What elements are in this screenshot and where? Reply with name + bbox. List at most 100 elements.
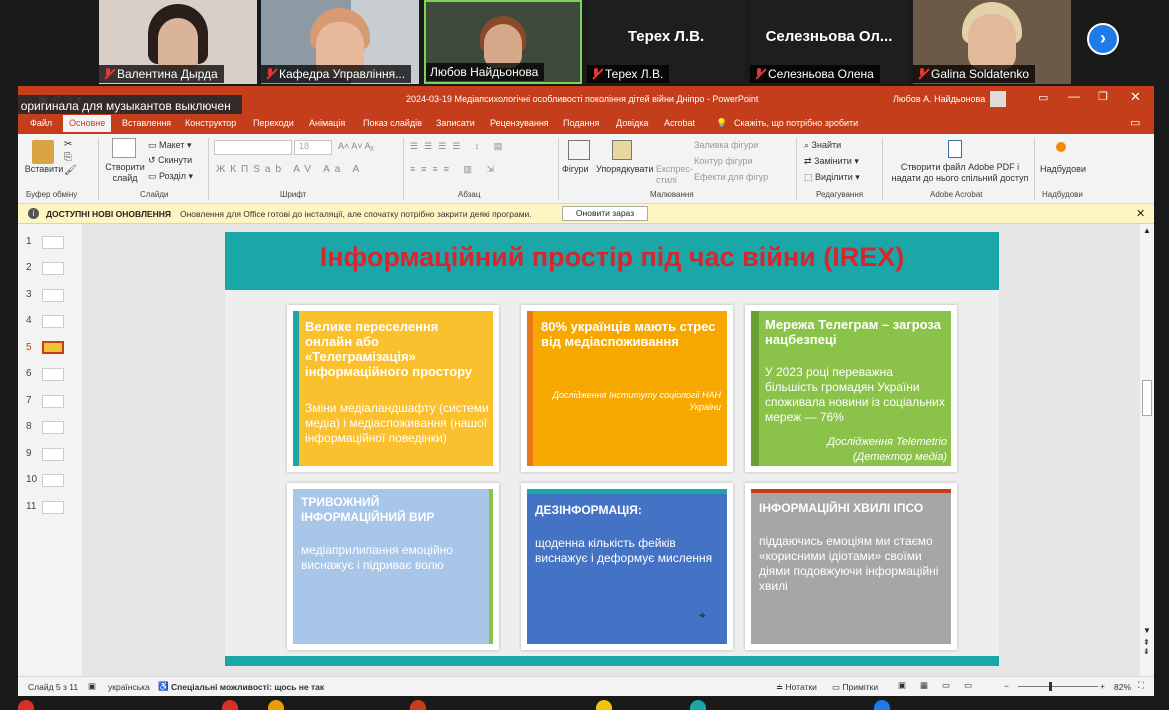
- scroll-down-icon[interactable]: ▼: [1143, 626, 1151, 635]
- new-slide-icon[interactable]: [112, 138, 136, 158]
- addins-icon[interactable]: [1056, 142, 1066, 152]
- taskbar-app-icon[interactable]: [596, 700, 612, 710]
- notes-button[interactable]: ≐ Нотатки: [776, 682, 817, 693]
- spellcheck-icon[interactable]: ▣: [88, 681, 96, 692]
- adobe-create-button[interactable]: Створити файл Adobe PDF і надати до ньог…: [890, 162, 1030, 184]
- tab-design[interactable]: Конструктор: [185, 118, 236, 128]
- comments-button[interactable]: ▭ Примітки: [832, 682, 878, 693]
- arrange-button[interactable]: Упорядкувати: [596, 164, 653, 174]
- tab-review[interactable]: Рецензування: [490, 118, 549, 128]
- tab-insert[interactable]: Вставлення: [122, 118, 171, 128]
- scroll-thumb[interactable]: [1142, 380, 1152, 416]
- shapes-button[interactable]: Фігури: [562, 164, 589, 174]
- slide-thumbnail-selected[interactable]: [42, 341, 64, 354]
- slide-thumbnail[interactable]: [42, 501, 64, 514]
- slide-thumbnail[interactable]: [42, 262, 64, 275]
- participant-tile-1[interactable]: Валентина Дырда: [99, 0, 257, 84]
- user-name[interactable]: Любов А. Найдьонова: [893, 94, 985, 104]
- shape-fill-button[interactable]: Заливка фігури: [694, 140, 758, 150]
- tab-acrobat[interactable]: Acrobat: [664, 118, 695, 128]
- card-resettlement[interactable]: Велике переселення онлайн або «Телеграмі…: [287, 305, 499, 472]
- card-telegram[interactable]: Мережа Телеграм – загроза нацбезпеці У 2…: [745, 305, 957, 472]
- zoom-level[interactable]: 82%: [1114, 682, 1131, 692]
- vertical-scrollbar[interactable]: ▲ ▼ ⇞ ⇟: [1140, 224, 1154, 676]
- taskbar-app-icon[interactable]: [874, 700, 890, 710]
- slide-thumbnail[interactable]: [42, 421, 64, 434]
- tab-transitions[interactable]: Переходи: [253, 118, 294, 128]
- language[interactable]: українська: [108, 682, 150, 692]
- tab-animations[interactable]: Анімація: [309, 118, 345, 128]
- slide-thumbnail[interactable]: [42, 474, 64, 487]
- accessibility-status[interactable]: Спеціальні можливості: щось не так: [171, 682, 324, 692]
- taskbar-app-icon[interactable]: [268, 700, 284, 710]
- font-size-select[interactable]: 18: [294, 140, 332, 155]
- paste-button[interactable]: Вставити: [24, 164, 64, 174]
- update-now-button[interactable]: Оновити зараз: [562, 206, 648, 221]
- font-size-buttons[interactable]: A˄ A˅ Aᵪ: [338, 141, 374, 151]
- maximize-button[interactable]: ❐: [1098, 90, 1108, 103]
- page-nav-icons[interactable]: ⇞ ⇟: [1143, 638, 1150, 656]
- zoom-slider-thumb[interactable]: [1049, 682, 1052, 691]
- taskbar-app-icon[interactable]: [18, 700, 34, 710]
- participant-tile-2[interactable]: Кафедра Управління...: [261, 0, 419, 84]
- taskbar-app-icon[interactable]: [410, 700, 426, 710]
- zoom-in-button[interactable]: +: [1100, 681, 1105, 691]
- tab-help[interactable]: Довідка: [616, 118, 648, 128]
- taskbar-app-icon[interactable]: [222, 700, 238, 710]
- paste-icon[interactable]: [32, 140, 54, 164]
- view-buttons[interactable]: ▣▦▭▭: [898, 680, 986, 691]
- card-ipso-waves[interactable]: ІНФОРМАЦІЙНІ ХВИЛІ ІПСО піддаючись емоці…: [745, 483, 957, 650]
- shapes-icon[interactable]: [568, 140, 590, 160]
- shape-effects-button[interactable]: Ефекти для фігур: [694, 172, 768, 182]
- list-buttons[interactable]: ☰☰☰☰ ↕ ▤: [410, 141, 508, 152]
- select-button[interactable]: ⬚ Виділити ▾: [804, 172, 860, 183]
- card-anxious-whirlpool[interactable]: ТРИВОЖНИЙ ІНФОРМАЦІЙНИЙ ВИР медіаприлипа…: [287, 483, 499, 650]
- adobe-pdf-icon[interactable]: [948, 140, 962, 158]
- taskbar-app-icon[interactable]: [690, 700, 706, 710]
- layout-button[interactable]: ▭ Макет ▾: [148, 140, 192, 151]
- close-button[interactable]: ✕: [1130, 89, 1141, 105]
- font-name-select[interactable]: [214, 140, 292, 155]
- slide-thumbnail[interactable]: [42, 289, 64, 302]
- participant-tile-6[interactable]: Galina Soldatenko: [913, 0, 1071, 84]
- card-stress[interactable]: 80% українців мають стрес від медіаспожи…: [521, 305, 733, 472]
- participant-tile-4[interactable]: Терех Л.В. Терех Л.В.: [587, 0, 745, 84]
- scroll-up-icon[interactable]: ▲: [1143, 226, 1151, 235]
- zoom-slider[interactable]: [1018, 686, 1098, 687]
- avatar[interactable]: [990, 91, 1006, 107]
- ribbon-display-icon[interactable]: ▭: [1038, 91, 1048, 104]
- replace-button[interactable]: ⇄ Замінити ▾: [804, 156, 859, 167]
- tab-home[interactable]: Основне: [63, 115, 112, 132]
- tab-file[interactable]: Файл: [30, 118, 52, 128]
- reset-button[interactable]: ↺ Скинути: [148, 155, 192, 166]
- participant-tile-active-speaker[interactable]: Любов Найдьонова: [424, 0, 582, 84]
- new-slide-button[interactable]: Створити слайд: [102, 162, 148, 184]
- quick-styles-button[interactable]: Експрес-стилі: [656, 164, 693, 186]
- tell-me-search[interactable]: Скажіть, що потрібно зробити: [734, 118, 858, 128]
- tab-view[interactable]: Подання: [563, 118, 599, 128]
- tab-record[interactable]: Записати: [436, 118, 475, 128]
- slide-thumbnail[interactable]: [42, 315, 64, 328]
- slide-thumbnail[interactable]: [42, 236, 64, 249]
- slide-thumbnail[interactable]: [42, 448, 64, 461]
- section-button[interactable]: ▭ Розділ ▾: [148, 171, 193, 182]
- close-icon[interactable]: ✕: [1136, 207, 1145, 220]
- find-button[interactable]: ⌕ Знайти: [804, 140, 841, 151]
- zoom-out-button[interactable]: −: [1004, 681, 1009, 691]
- slide-thumbnail[interactable]: [42, 368, 64, 381]
- slide-title[interactable]: Інформаційний простір під час війни (IRE…: [225, 242, 999, 273]
- clipboard-tools[interactable]: ✂ ⎘ 🖌: [64, 138, 77, 177]
- tab-slideshow[interactable]: Показ слайдів: [363, 118, 422, 128]
- comments-icon[interactable]: ▭: [1130, 116, 1140, 129]
- arrange-icon[interactable]: [612, 140, 632, 160]
- font-format-buttons[interactable]: ЖКПSab AV Aa A: [216, 164, 364, 175]
- slide-thumbnail[interactable]: [42, 395, 64, 408]
- minimize-button[interactable]: —: [1068, 89, 1080, 103]
- slide-canvas[interactable]: Інформаційний простір під час війни (IRE…: [225, 232, 999, 666]
- participant-tile-5[interactable]: Селезньова Ол... Селезньова Олена: [750, 0, 908, 84]
- card-disinformation[interactable]: ДЕЗІНФОРМАЦІЯ: щоденна кількість фейків …: [521, 483, 733, 650]
- align-buttons[interactable]: ≡≡≡≡ ▥ ⇲: [410, 164, 500, 175]
- addins-button[interactable]: Надбудови: [1040, 164, 1086, 174]
- shape-outline-button[interactable]: Контур фігури: [694, 156, 752, 166]
- fit-to-window-icon[interactable]: ⛶: [1138, 680, 1144, 691]
